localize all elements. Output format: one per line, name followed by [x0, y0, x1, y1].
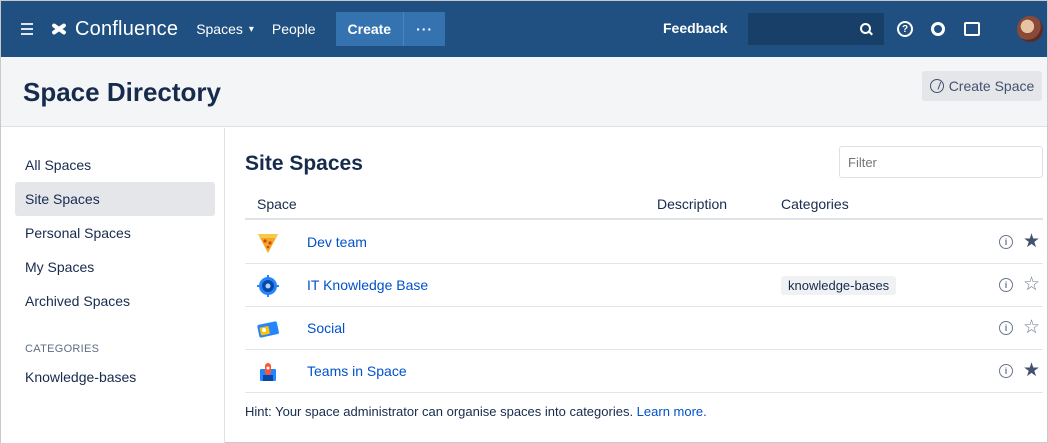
table-header: Space Description Categories	[245, 186, 1043, 220]
info-icon[interactable]: i	[999, 235, 1013, 249]
star-filled-icon[interactable]: ★	[1023, 359, 1040, 382]
app-window: Confluence Spaces ▾ People Create ··· Fe…	[0, 0, 1048, 443]
table-row: Teams in Space i ★	[245, 350, 1043, 393]
learn-more-link[interactable]: Learn more.	[637, 404, 707, 419]
star-empty-icon[interactable]: ☆	[1023, 273, 1040, 296]
search-input[interactable]	[748, 13, 884, 45]
section-title: Site Spaces	[245, 152, 363, 175]
help-icon[interactable]: ?	[897, 21, 913, 37]
column-header-categories: Categories	[781, 196, 849, 212]
sidebar-item-knowledge-bases[interactable]: Knowledge-bases	[15, 360, 215, 394]
sidebar-item-personal-spaces[interactable]: Personal Spaces	[15, 216, 215, 250]
create-space-icon	[929, 79, 944, 93]
nav-spaces-dropdown[interactable]: Spaces ▾	[196, 21, 254, 37]
page-header: Space Directory Create Space	[1, 57, 1047, 127]
nav-people-link[interactable]: People	[272, 21, 316, 37]
sidebar-item-all-spaces[interactable]: All Spaces	[15, 148, 215, 182]
table-row: Social i ☆	[245, 307, 1043, 350]
sidebar-item-site-spaces[interactable]: Site Spaces	[15, 182, 215, 216]
sidebar: All Spaces Site Spaces Personal Spaces M…	[1, 128, 225, 443]
category-badge-knowledge-bases[interactable]: knowledge-bases	[781, 276, 897, 295]
rocket-icon	[260, 363, 276, 381]
create-space-button[interactable]: Create Space	[922, 71, 1042, 101]
column-header-description: Description	[657, 196, 728, 212]
star-filled-icon[interactable]: ★	[1023, 230, 1040, 253]
sidebar-item-my-spaces[interactable]: My Spaces	[15, 250, 215, 284]
create-space-label: Create Space	[948, 78, 1035, 94]
nav-spaces-label: Spaces	[196, 21, 243, 37]
social-card-icon	[257, 321, 279, 338]
info-icon[interactable]: i	[999, 278, 1013, 292]
column-header-space: Space	[257, 196, 297, 212]
hint-text: Hint: Your space administrator can organ…	[245, 404, 707, 419]
confluence-logo[interactable]: Confluence	[49, 18, 178, 41]
categories-heading: CATEGORIES	[25, 343, 100, 355]
hamburger-menu-icon[interactable]	[21, 23, 43, 35]
avatar[interactable]	[1017, 16, 1043, 42]
pizza-slice-icon	[258, 234, 278, 253]
feedback-link[interactable]: Feedback	[663, 20, 728, 36]
table-row: IT Knowledge Base knowledge-bases i ☆	[245, 264, 1043, 307]
confluence-logo-icon	[49, 19, 69, 39]
star-empty-icon[interactable]: ☆	[1023, 316, 1040, 339]
sidebar-item-archived-spaces[interactable]: Archived Spaces	[15, 284, 215, 318]
page-title: Space Directory	[23, 77, 221, 107]
search-icon	[860, 23, 872, 35]
space-link-social[interactable]: Social	[307, 320, 345, 336]
gear-icon[interactable]	[929, 20, 947, 38]
main-content: Site Spaces Space Description Categories…	[225, 128, 1047, 443]
space-link-dev-team[interactable]: Dev team	[307, 234, 367, 250]
gear-badge-icon	[257, 275, 279, 297]
hint-message: Hint: Your space administrator can organ…	[245, 404, 637, 419]
create-button[interactable]: Create	[336, 21, 404, 37]
app-name: Confluence	[75, 17, 179, 40]
space-link-teams-in-space[interactable]: Teams in Space	[307, 363, 407, 379]
notifications-icon[interactable]	[963, 20, 981, 38]
space-link-it-knowledge-base[interactable]: IT Knowledge Base	[307, 277, 428, 293]
create-button-group: Create ···	[335, 12, 446, 46]
filter-input[interactable]	[839, 146, 1043, 178]
top-navigation-bar: Confluence Spaces ▾ People Create ··· Fe…	[1, 1, 1047, 57]
chevron-down-icon: ▾	[248, 23, 254, 35]
create-more-button[interactable]: ···	[403, 12, 445, 46]
info-icon[interactable]: i	[999, 364, 1013, 378]
table-row: Dev team i ★	[245, 221, 1043, 264]
info-icon[interactable]: i	[999, 321, 1013, 335]
